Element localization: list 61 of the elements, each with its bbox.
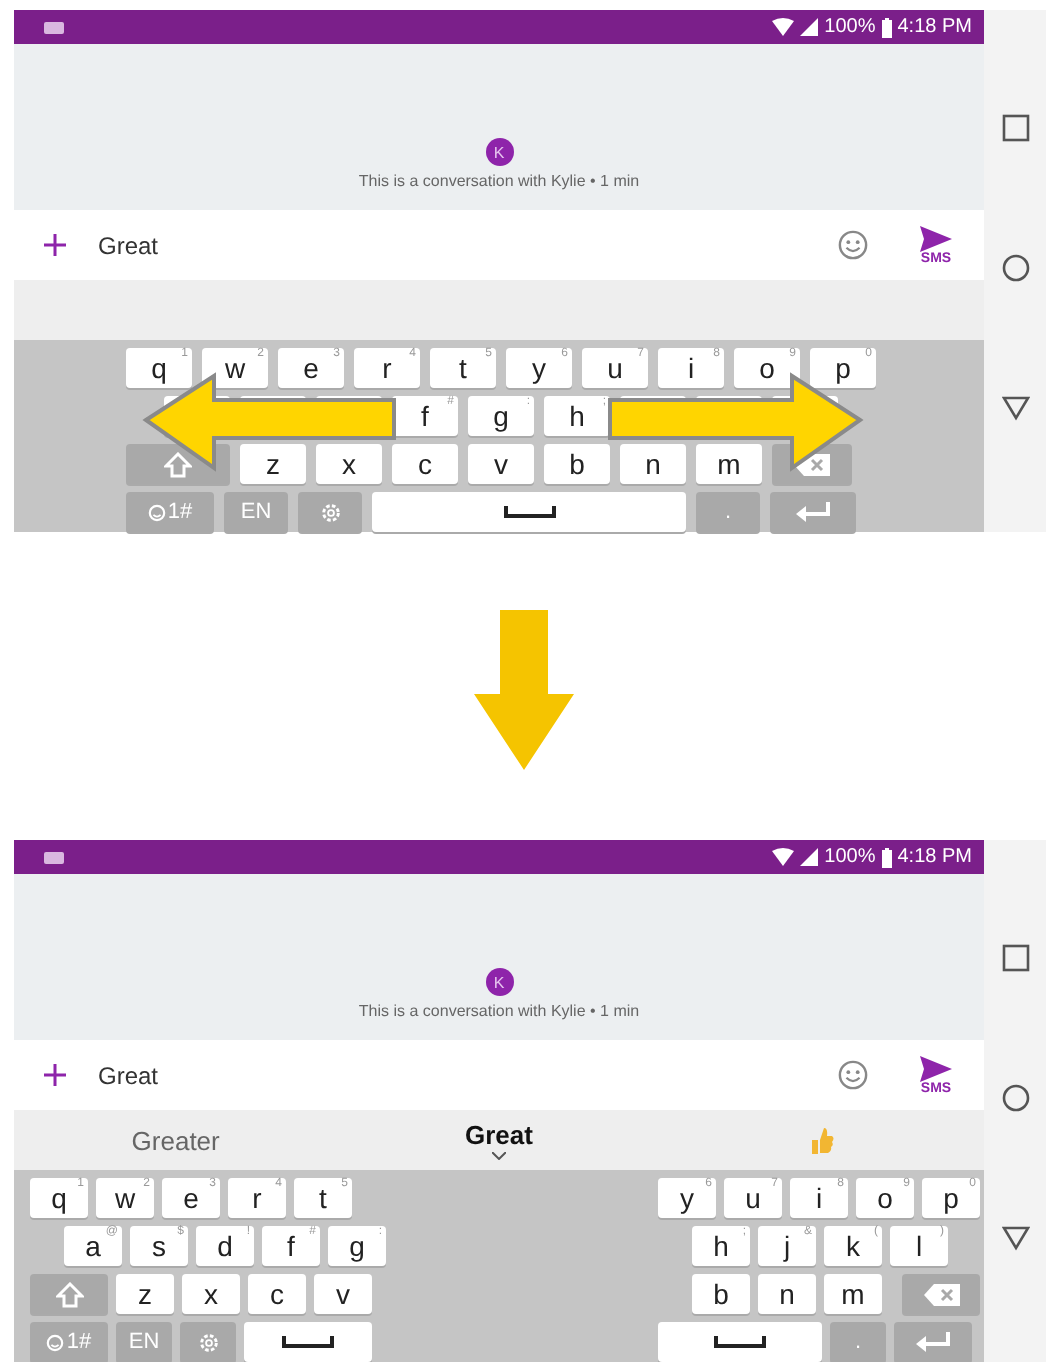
- suggestion[interactable]: Great: [337, 1110, 661, 1170]
- space-icon: [503, 506, 555, 518]
- space-key[interactable]: [658, 1322, 822, 1362]
- conversation-info: This is a conversation with Kylie • 1 min: [358, 1002, 640, 1020]
- smiley-icon: [46, 1333, 65, 1351]
- key[interactable]: x: [182, 1274, 240, 1314]
- battery-icon: [881, 847, 892, 867]
- battery-percent: 100%: [824, 16, 876, 38]
- avatar: K: [485, 138, 513, 166]
- gear-icon: [197, 1331, 219, 1353]
- home-icon[interactable]: [1001, 1084, 1029, 1112]
- key[interactable]: v: [314, 1274, 372, 1314]
- space-icon: [282, 1336, 334, 1348]
- back-icon[interactable]: [1001, 1224, 1029, 1252]
- key[interactable]: z: [116, 1274, 174, 1314]
- key[interactable]: x: [316, 444, 382, 484]
- shift-icon: [164, 451, 192, 477]
- recent-apps-icon[interactable]: [1001, 944, 1029, 972]
- space-key[interactable]: [244, 1322, 372, 1362]
- wifi-icon: [772, 848, 795, 866]
- back-icon[interactable]: [1001, 394, 1029, 422]
- key[interactable]: m: [696, 444, 762, 484]
- smiley-icon: [147, 503, 166, 521]
- key[interactable]: v: [468, 444, 534, 484]
- key[interactable]: c: [248, 1274, 306, 1314]
- enter-icon: [915, 1332, 951, 1352]
- emoji-icon[interactable]: [838, 230, 868, 260]
- suggestion[interactable]: Greater: [14, 1110, 338, 1170]
- signal-icon: [800, 18, 819, 36]
- backspace-icon: [923, 1283, 959, 1305]
- plus-icon[interactable]: [44, 1064, 66, 1086]
- key[interactable]: b: [544, 444, 610, 484]
- send-icon: [920, 225, 952, 251]
- recent-apps-icon[interactable]: [1001, 114, 1029, 142]
- space-icon: [714, 1336, 766, 1348]
- signal-icon: [800, 848, 819, 866]
- send-icon: [920, 1055, 952, 1081]
- key[interactable]: c: [392, 444, 458, 484]
- keyboard-icon: [44, 21, 64, 33]
- key[interactable]: b: [692, 1274, 750, 1314]
- conversation-info: This is a conversation with Kylie • 1 min: [358, 172, 640, 190]
- key[interactable]: n: [620, 444, 686, 484]
- key[interactable]: m: [824, 1274, 882, 1314]
- plus-icon[interactable]: [44, 234, 66, 256]
- battery-percent: 100%: [824, 846, 876, 868]
- thumbs-up-icon: [810, 1126, 835, 1154]
- emoji-icon[interactable]: [838, 1060, 868, 1090]
- keyboard-icon: [44, 851, 64, 863]
- wifi-icon: [772, 18, 795, 36]
- shift-icon: [55, 1281, 83, 1307]
- gear-icon: [319, 501, 341, 523]
- home-icon[interactable]: [1001, 254, 1029, 282]
- enter-icon: [795, 502, 831, 522]
- key[interactable]: n: [758, 1274, 816, 1314]
- key[interactable]: z: [240, 444, 306, 484]
- battery-icon: [881, 17, 892, 37]
- clock: 4:18 PM: [897, 846, 972, 868]
- space-key[interactable]: [372, 492, 686, 532]
- caret-icon: [492, 1152, 506, 1160]
- avatar: K: [485, 968, 513, 996]
- clock: 4:18 PM: [897, 16, 972, 38]
